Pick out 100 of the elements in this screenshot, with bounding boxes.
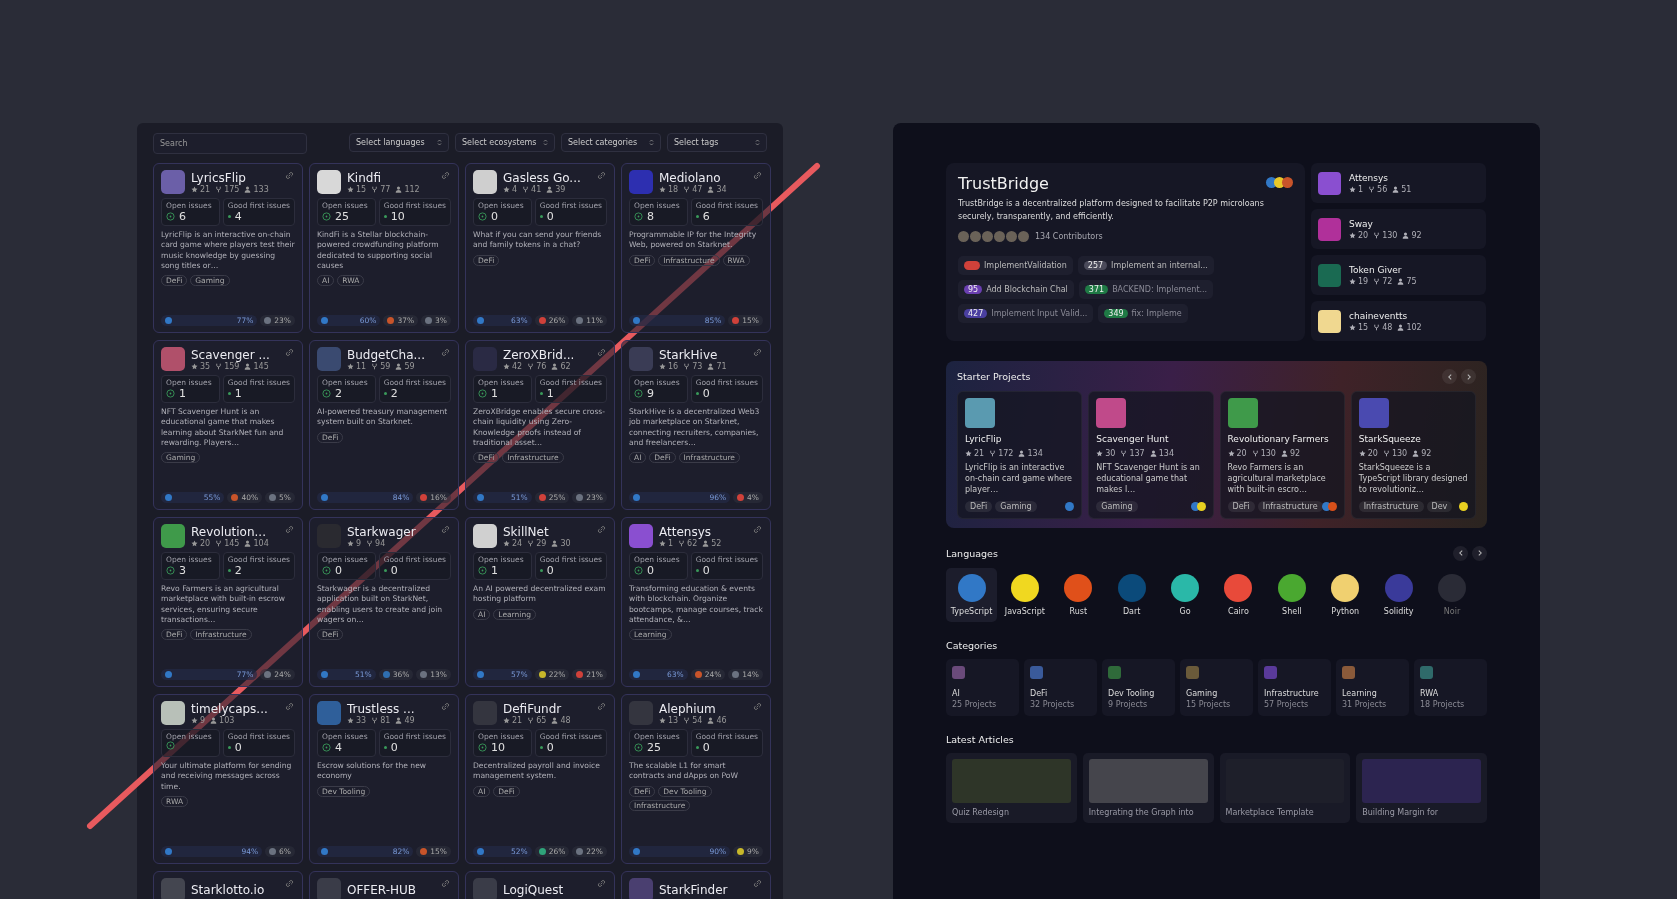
good-first-issues-count: 10 <box>390 210 405 223</box>
article-card[interactable]: Building Margin for <box>1356 752 1487 823</box>
tag-chip[interactable]: DeFi <box>965 500 993 512</box>
tag-chip[interactable]: Gaming <box>995 500 1037 512</box>
filter-dropdown[interactable]: Select languages <box>349 133 449 152</box>
project-description: LyricFlip is an interactive on-chain card game where player… <box>965 462 1073 496</box>
article-card[interactable]: Quiz Redesign <box>946 752 1077 823</box>
project-name: Attensys <box>1349 172 1389 183</box>
issue-chip[interactable]: 349 fix: Impleme <box>1098 303 1188 323</box>
language-item[interactable]: Dart <box>1106 567 1158 622</box>
link-icon[interactable] <box>752 878 763 889</box>
category-card[interactable]: AI 25 Projects <box>946 658 1019 716</box>
person-icon <box>1397 323 1405 331</box>
tag-chip[interactable]: Dev <box>1426 500 1453 512</box>
project-card[interactable]: Scavenger Hunt 30 137 134 NFT Scavenger Hunt is an educational game that makes l… Gaming <box>1088 391 1214 519</box>
category-card[interactable]: Infrastructure 57 Projects <box>1258 658 1331 716</box>
star-icon <box>503 539 510 547</box>
link-icon[interactable] <box>440 347 451 358</box>
link-icon[interactable] <box>284 701 295 712</box>
dot-icon <box>227 215 231 218</box>
link-icon[interactable] <box>284 524 295 535</box>
project-card[interactable]: StarkFinder <box>621 871 771 899</box>
contributors-count: 71 <box>716 361 727 371</box>
language-item[interactable]: TypeScript <box>946 567 997 622</box>
tag-chip[interactable]: Infrastructure <box>1257 500 1323 512</box>
link-icon[interactable] <box>596 878 607 889</box>
project-name: Kindfi <box>347 170 382 185</box>
issue-chip[interactable]: 95 Add Blockchain Chal <box>958 279 1074 299</box>
link-icon[interactable] <box>752 347 763 358</box>
link-icon[interactable] <box>440 878 451 889</box>
tag-chip[interactable]: Infrastructure <box>1358 500 1424 512</box>
link-icon[interactable] <box>752 524 763 535</box>
category-card[interactable]: Dev Tooling 9 Projects <box>1102 658 1175 716</box>
language-item[interactable]: Go <box>1159 567 1211 622</box>
link-icon[interactable] <box>596 347 607 358</box>
project-card[interactable]: StarkSqueeze 20 130 92 StarkSqueeze is a TypeScript library designed to revolutioniz… Infrastructure Dev <box>1350 391 1476 519</box>
category-card[interactable]: DeFi 32 Projects <box>1024 658 1097 716</box>
language-item[interactable]: Noir <box>1426 567 1478 622</box>
next-button[interactable] <box>1472 545 1487 561</box>
person-icon <box>244 539 252 547</box>
language-item[interactable]: Cairo <box>1212 567 1264 622</box>
project-name: Revolution... <box>191 524 267 539</box>
language-item[interactable]: Python <box>1319 567 1371 622</box>
search-field[interactable]: Search <box>153 133 307 154</box>
featured-project-card[interactable] <box>946 163 1305 341</box>
project-card[interactable]: chaineventts 15 48 102 <box>1311 301 1486 341</box>
link-icon[interactable] <box>284 347 295 358</box>
language-item[interactable]: Shell <box>1266 567 1318 622</box>
open-issues-count: 0 <box>647 564 654 577</box>
category-card[interactable]: RWA 18 Projects <box>1414 658 1487 716</box>
project-card[interactable]: Sway 20 130 92 <box>1311 209 1486 249</box>
project-card[interactable]: OFFER-HUB <box>309 871 459 899</box>
next-button[interactable] <box>1461 369 1476 384</box>
previous-button[interactable] <box>1453 545 1468 561</box>
category-card[interactable]: Gaming 15 Projects <box>1180 658 1253 716</box>
person-icon <box>707 716 715 724</box>
project-name: Alephium <box>659 701 717 716</box>
language-name: Solidity <box>1383 606 1414 616</box>
project-name: Trustless ... <box>347 701 416 716</box>
issue-icon <box>478 212 487 221</box>
issue-chip[interactable]: ImplementValidation <box>958 255 1073 275</box>
project-card[interactable]: Attensys 1 56 51 <box>1311 163 1486 203</box>
project-card[interactable]: LyricFlip 21 172 134 LyricFlip is an interactive on-chain card game where player… DeFi Gaming <box>957 391 1083 519</box>
language-item[interactable]: Solidity <box>1373 567 1425 622</box>
article-title: Marketplace Template <box>1225 807 1315 817</box>
link-icon[interactable] <box>752 701 763 712</box>
issue-icon <box>166 741 175 750</box>
forks-count: 59 <box>380 361 391 371</box>
link-icon[interactable] <box>284 170 295 181</box>
forks-count: 159 <box>224 361 240 371</box>
link-icon[interactable] <box>440 701 451 712</box>
previous-button[interactable] <box>1442 369 1457 384</box>
link-icon[interactable] <box>440 524 451 535</box>
tag-chip[interactable]: DeFi <box>1227 500 1255 512</box>
stars-count: 30 <box>1105 449 1116 458</box>
tag-chip[interactable]: Gaming <box>1096 500 1138 512</box>
category-card[interactable]: Learning 31 Projects <box>1336 658 1409 716</box>
issue-chip[interactable]: 257 Implement an internal... <box>1077 255 1214 275</box>
filter-dropdown[interactable]: Select tags <box>667 133 767 152</box>
stars-count: 21 <box>512 715 523 725</box>
article-card[interactable]: Integrating the Graph into <box>1082 752 1214 823</box>
link-icon[interactable] <box>440 170 451 181</box>
language-item[interactable]: JavaScript <box>999 567 1051 622</box>
language-item[interactable]: Rust <box>1052 567 1104 622</box>
project-card[interactable]: Revolutionary Farmers 20 130 92 Revo Farmers is an agricultural marketplace with built-in escro… DeFi Infrastructure <box>1219 391 1345 519</box>
filter-dropdown[interactable]: Select categories <box>561 133 661 152</box>
fork-icon <box>527 716 535 724</box>
issue-icon <box>634 389 643 398</box>
project-card[interactable]: Token Giver 19 72 75 <box>1311 255 1486 295</box>
link-icon[interactable] <box>596 170 607 181</box>
link-icon[interactable] <box>284 878 295 889</box>
issue-chip[interactable]: 371 BACKEND: Implement... <box>1078 279 1214 299</box>
category-name: AI <box>952 688 961 698</box>
link-icon[interactable] <box>596 524 607 535</box>
link-icon[interactable] <box>752 170 763 181</box>
link-icon[interactable] <box>596 701 607 712</box>
filter-dropdown[interactable]: Select ecosystems <box>455 133 555 152</box>
project-card[interactable]: LogiQuest <box>465 871 615 899</box>
project-card[interactable]: Starklotto.io <box>153 871 303 899</box>
issue-chip[interactable]: 427 Implement Input Valid... <box>958 303 1094 323</box>
